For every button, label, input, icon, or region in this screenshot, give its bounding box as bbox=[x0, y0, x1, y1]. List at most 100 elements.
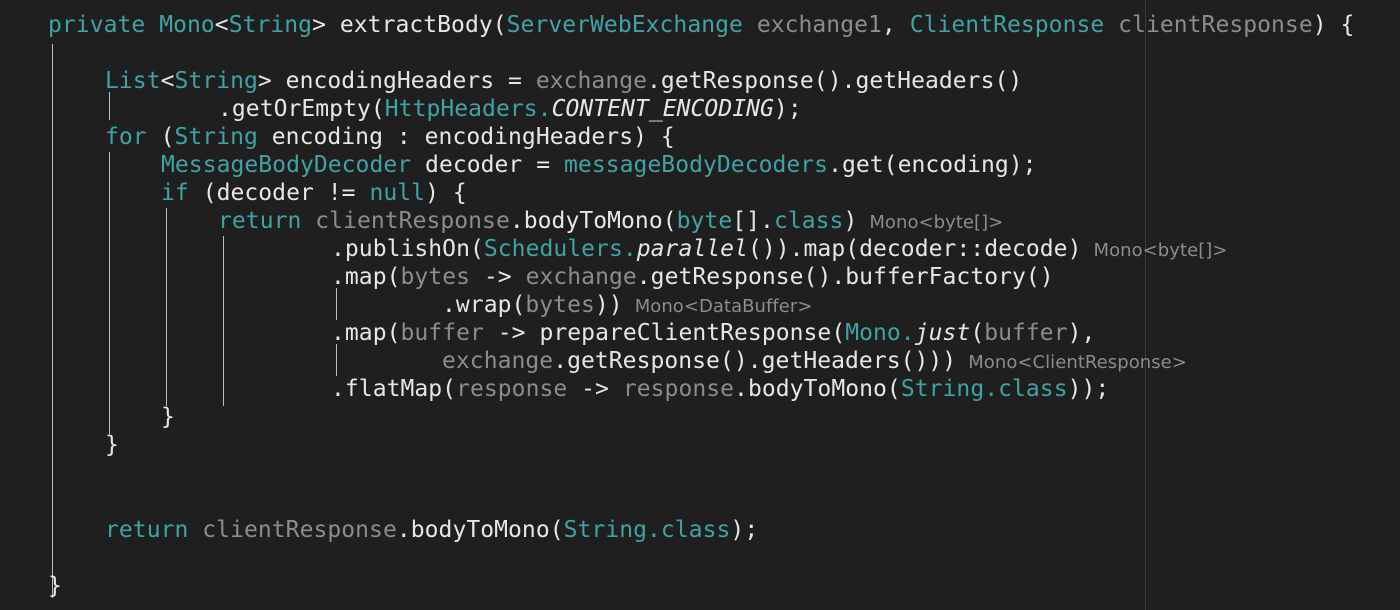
type-hint: Mono<DataBuffer> bbox=[634, 296, 813, 317]
code-token: ClientResponse bbox=[909, 12, 1105, 38]
code-token: extractBody bbox=[339, 12, 493, 38]
code-line: List<String> encodingHeaders = exchange.… bbox=[105, 67, 1022, 95]
code-line: } bbox=[48, 572, 62, 600]
code-token: )) bbox=[594, 292, 623, 318]
code-token: if bbox=[161, 180, 189, 206]
code-token: ) bbox=[843, 208, 858, 234]
code-token: String. bbox=[563, 517, 661, 543]
code-token: -> bbox=[470, 264, 526, 290]
code-line: .flatMap(response -> response.bodyToMono… bbox=[331, 375, 1109, 403]
code-token: < bbox=[214, 12, 229, 38]
indent-guide bbox=[336, 344, 337, 376]
code-token: clientResponse bbox=[188, 517, 397, 543]
code-line: .map(bytes -> exchange.getResponse().buf… bbox=[331, 263, 1054, 291]
code-line: for (String encoding : encodingHeaders) … bbox=[105, 123, 675, 151]
code-token: null bbox=[369, 180, 426, 206]
code-token: ); bbox=[773, 96, 802, 122]
code-token: parallel bbox=[636, 236, 748, 262]
code-token: encoding : encodingHeaders) { bbox=[257, 124, 675, 150]
code-token: ); bbox=[730, 517, 759, 543]
type-hint: Mono<ClientResponse> bbox=[968, 352, 1187, 373]
code-token: .bodyToMono( bbox=[396, 517, 564, 543]
code-token: ), bbox=[1067, 320, 1096, 346]
type-hint: Mono<byte[]> bbox=[1093, 240, 1228, 261]
code-token: .getResponse().bufferFactory() bbox=[636, 264, 1054, 290]
code-token: return bbox=[218, 208, 302, 234]
code-token: ( bbox=[492, 12, 507, 38]
indent-guide bbox=[109, 92, 110, 120]
code-token: .map( bbox=[331, 264, 401, 290]
right-margin-guide bbox=[1145, 0, 1146, 610]
code-token: .map( bbox=[331, 320, 401, 346]
code-token: buffer bbox=[400, 320, 484, 346]
code-editor[interactable]: private Mono<String> extractBody(ServerW… bbox=[0, 0, 1400, 610]
code-token: bytes bbox=[400, 264, 470, 290]
code-token: -> prepareClientResponse( bbox=[483, 320, 846, 346]
code-token: .bodyToMono( bbox=[734, 376, 901, 402]
code-token: MessageBodyDecoder bbox=[161, 152, 412, 178]
code-token: ()).map(decoder::decode) bbox=[747, 236, 1082, 262]
code-token: String bbox=[174, 68, 258, 94]
code-token: < bbox=[160, 68, 175, 94]
code-token: ) { bbox=[1312, 12, 1355, 38]
code-token: .getOrEmpty( bbox=[218, 96, 385, 122]
code-line: return clientResponse.bodyToMono(byte[].… bbox=[218, 207, 1003, 235]
code-line: .map(buffer -> prepareClientResponse(Mon… bbox=[331, 319, 1095, 347]
code-token: messageBodyDecoders bbox=[564, 152, 829, 178]
code-token: .flatMap( bbox=[331, 376, 457, 402]
code-token: .getResponse().getHeaders() bbox=[647, 68, 1023, 94]
code-line: } bbox=[105, 431, 119, 459]
code-token: Schedulers. bbox=[483, 236, 637, 262]
code-line: } bbox=[161, 403, 175, 431]
code-token: bytes bbox=[525, 292, 595, 318]
code-token: .wrap( bbox=[442, 292, 526, 318]
code-token: .publishOn( bbox=[331, 236, 484, 262]
indent-guide bbox=[109, 152, 110, 434]
code-token: for bbox=[105, 124, 147, 150]
code-token: response bbox=[622, 376, 735, 402]
code-token: )); bbox=[1067, 376, 1110, 402]
code-token: HttpHeaders. bbox=[384, 96, 552, 122]
code-token: class bbox=[998, 376, 1068, 402]
code-token: exchange bbox=[535, 68, 648, 94]
code-token: .getResponse().getHeaders())) bbox=[553, 348, 957, 374]
indent-guide bbox=[223, 236, 224, 406]
code-token: decoder = bbox=[411, 152, 565, 178]
indent-guide bbox=[166, 208, 167, 406]
code-token: class bbox=[660, 517, 731, 543]
indent-guide bbox=[336, 288, 337, 320]
code-token: ServerWebExchange bbox=[506, 12, 743, 38]
code-line: MessageBodyDecoder decoder = messageBody… bbox=[161, 151, 1037, 179]
code-token: exchange bbox=[442, 348, 554, 374]
code-token: } bbox=[105, 432, 119, 458]
code-line: if (decoder != null) { bbox=[161, 179, 467, 207]
code-token: byte bbox=[676, 208, 733, 234]
code-token: ) { bbox=[425, 180, 467, 206]
code-line: .wrap(bytes)) Mono<DataBuffer> bbox=[442, 291, 813, 319]
code-token: clientResponse bbox=[301, 208, 510, 234]
code-token: } bbox=[48, 573, 62, 599]
code-token: []. bbox=[732, 208, 774, 234]
code-token: Mono. bbox=[845, 320, 915, 346]
code-token: .get(encoding); bbox=[828, 152, 1037, 178]
code-token: String bbox=[228, 12, 313, 38]
code-token: String bbox=[174, 124, 258, 150]
type-hint: Mono<byte[]> bbox=[869, 212, 1004, 233]
code-token: (decoder != bbox=[188, 180, 370, 206]
code-token: ( bbox=[146, 124, 175, 150]
code-token: String. bbox=[900, 376, 999, 402]
code-token: Mono bbox=[159, 12, 215, 38]
code-token: buffer bbox=[984, 320, 1068, 346]
code-token: exchange bbox=[525, 264, 637, 290]
code-token: List bbox=[105, 68, 161, 94]
code-token: , bbox=[881, 12, 910, 38]
code-token: private bbox=[48, 12, 160, 38]
code-line: exchange.getResponse().getHeaders())) Mon… bbox=[442, 347, 1187, 375]
code-token: exchange1 bbox=[742, 12, 882, 38]
code-token: } bbox=[161, 404, 175, 430]
code-token: class bbox=[773, 208, 844, 234]
code-token: response bbox=[456, 376, 568, 402]
code-token: ( bbox=[970, 320, 985, 346]
code-token: .bodyToMono( bbox=[509, 208, 677, 234]
code-line: private Mono<String> extractBody(ServerW… bbox=[48, 11, 1354, 39]
